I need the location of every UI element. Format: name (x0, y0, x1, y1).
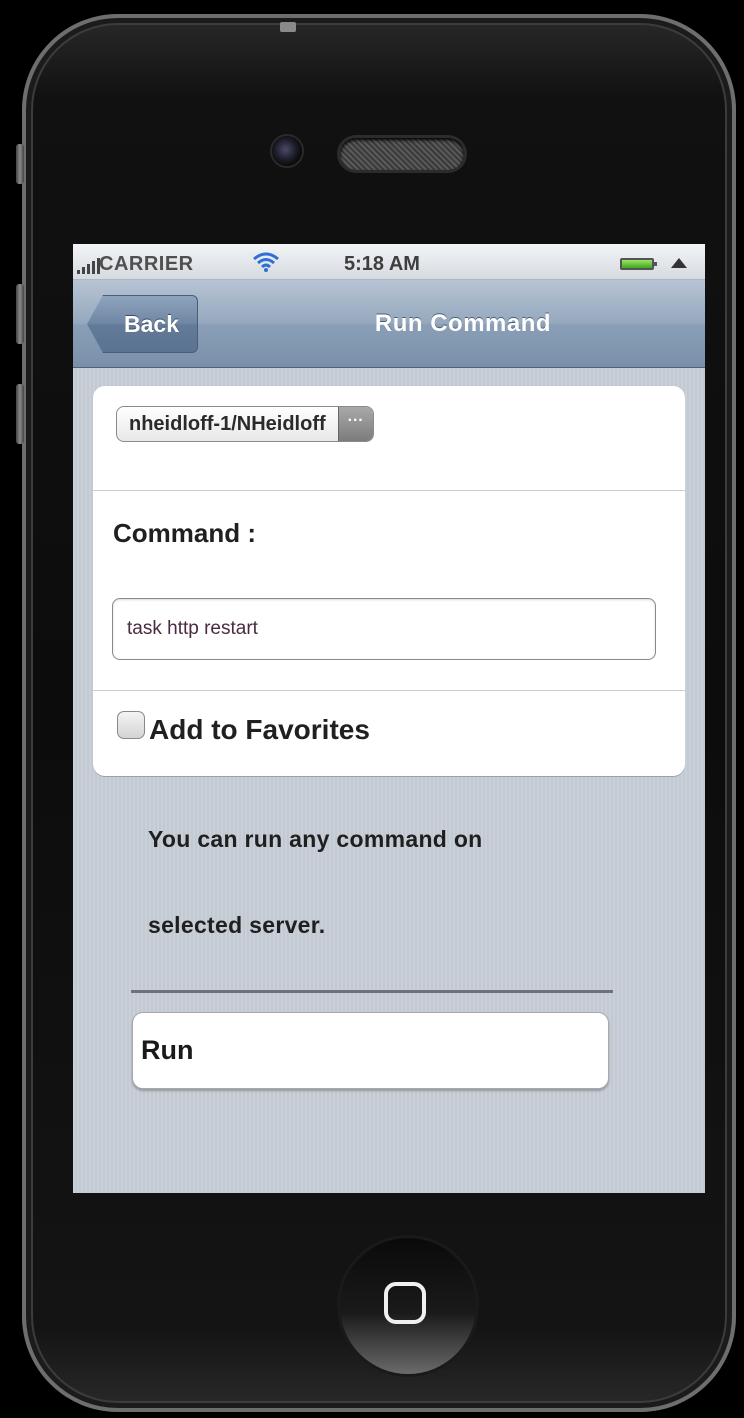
back-button[interactable]: Back (87, 295, 198, 353)
home-button-icon (384, 1282, 426, 1324)
front-camera-icon (272, 136, 302, 166)
wifi-icon (253, 252, 279, 272)
status-bar: CARRIER 5:18 AM (73, 244, 705, 280)
status-time: 5:18 AM (344, 253, 420, 275)
help-text-line-1: You can run any command on (148, 826, 483, 852)
signal-bars-icon (77, 258, 100, 274)
card-divider (93, 490, 685, 491)
phone-screen: CARRIER 5:18 AM Back Run Command nheidlo… (73, 244, 705, 1193)
volume-down-button[interactable] (16, 384, 24, 444)
command-input[interactable] (112, 598, 656, 660)
navigation-bar: Back Run Command (73, 280, 705, 368)
home-button[interactable] (340, 1238, 476, 1374)
add-to-favorites-row[interactable]: Add to Favorites (117, 710, 370, 750)
section-divider (131, 990, 613, 993)
server-selector[interactable]: nheidloff-1/NHeidloff ··· (116, 406, 374, 442)
run-button[interactable]: Run (132, 1012, 609, 1089)
ellipsis-icon[interactable]: ··· (337, 407, 373, 441)
card-divider (93, 690, 685, 691)
add-to-favorites-checkbox[interactable] (117, 711, 145, 739)
device-stage: CARRIER 5:18 AM Back Run Command nheidlo… (0, 0, 744, 1418)
mute-switch[interactable] (16, 144, 24, 184)
battery-icon (620, 258, 657, 270)
help-text-line-2: selected server. (148, 912, 326, 938)
volume-up-button[interactable] (16, 284, 24, 344)
command-form-card: nheidloff-1/NHeidloff ··· Command : Add … (93, 386, 685, 776)
add-to-favorites-label: Add to Favorites (149, 714, 370, 745)
location-arrow-icon (671, 258, 687, 268)
carrier-name: CARRIER (99, 253, 194, 275)
earpiece-speaker-icon (340, 138, 464, 170)
command-label: Command : (113, 518, 256, 548)
server-name: nheidloff-1/NHeidloff (129, 413, 326, 435)
page-title: Run Command (374, 310, 552, 337)
power-button[interactable] (280, 22, 296, 32)
